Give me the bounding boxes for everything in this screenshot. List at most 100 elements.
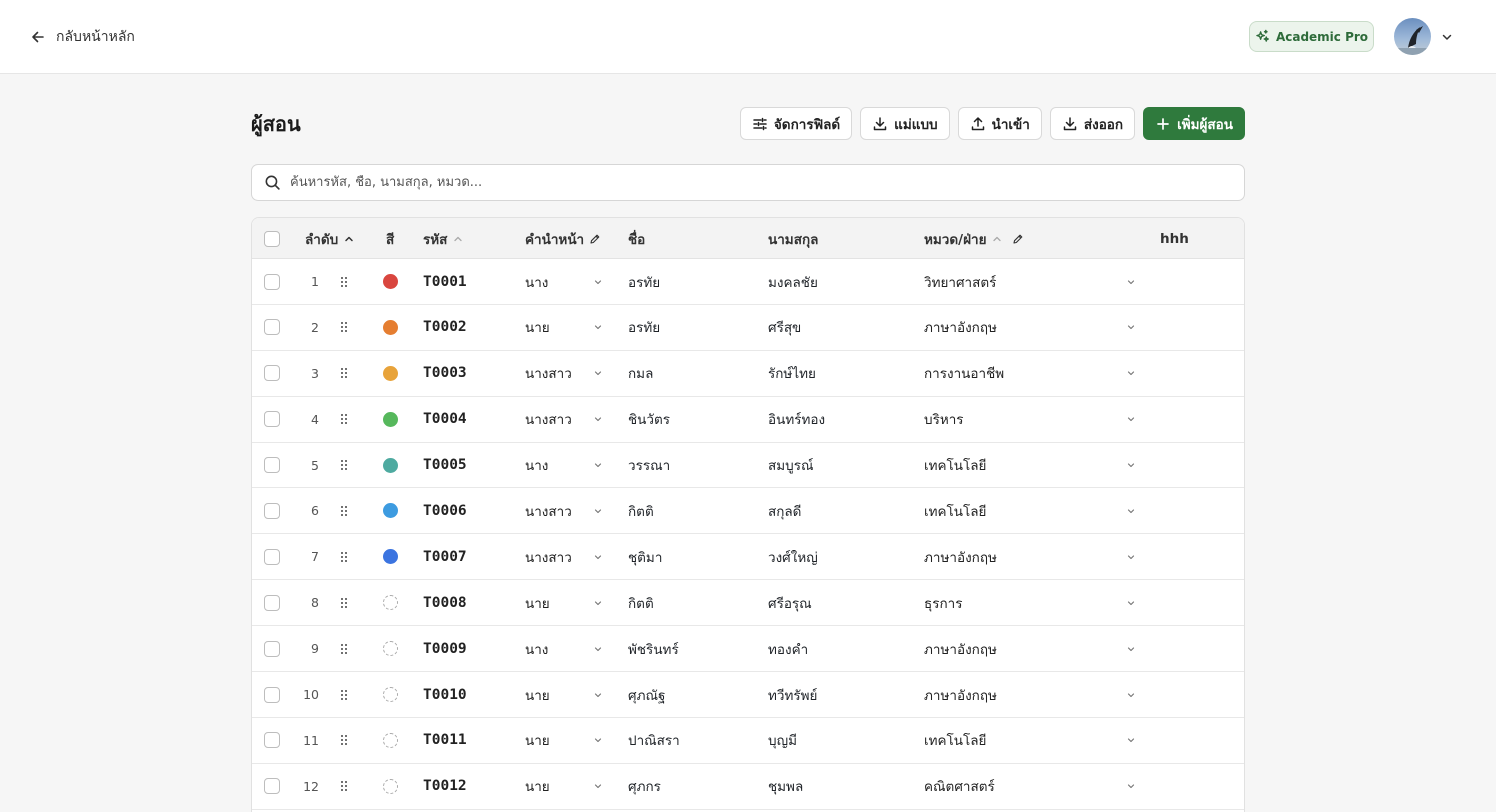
row-department-select[interactable]: เทคโนโลยี [924, 443, 1136, 488]
row-department-select[interactable]: ภาษาอังกฤษ [924, 534, 1136, 579]
row-drag-handle[interactable] [338, 443, 350, 488]
row-department-select[interactable]: ธุรการ [924, 580, 1136, 625]
row-prefix-select[interactable]: นางสาว [525, 397, 603, 442]
row-checkbox[interactable] [264, 319, 280, 336]
row-drag-handle[interactable] [338, 305, 350, 350]
color-swatch[interactable] [383, 503, 398, 519]
row-department-select[interactable]: วิทยาศาสตร์ [924, 259, 1136, 304]
row-drag-handle[interactable] [338, 626, 350, 671]
color-swatch[interactable] [383, 732, 398, 748]
row-color-cell[interactable] [383, 672, 398, 717]
table-row[interactable]: 6 T0006 นางสาว กิตติ สกุลดี เทคโนโลยี [252, 488, 1244, 535]
table-row[interactable]: 4 T0004 นางสาว ชินวัตร อินทร์ทอง บริหาร [252, 397, 1244, 443]
row-checkbox[interactable] [264, 411, 280, 428]
table-row[interactable]: 12 T0012 นาย ศุภกร ชุมพล คณิตศาสตร์ [252, 764, 1244, 810]
row-color-cell[interactable] [383, 764, 398, 809]
row-drag-handle[interactable] [338, 672, 350, 717]
row-drag-handle[interactable] [338, 259, 350, 304]
row-color-cell[interactable] [383, 534, 398, 579]
row-department-select[interactable]: ภาษาอังกฤษ [924, 672, 1136, 717]
color-swatch[interactable] [383, 641, 398, 657]
color-swatch[interactable] [383, 411, 398, 427]
row-color-cell[interactable] [383, 626, 398, 671]
row-color-cell[interactable] [383, 259, 398, 304]
color-swatch[interactable] [383, 778, 398, 794]
row-prefix-select[interactable]: นาย [525, 764, 603, 809]
row-color-cell[interactable] [383, 443, 398, 488]
row-color-cell[interactable] [383, 580, 398, 625]
export-button[interactable]: ส่งออก [1049, 107, 1136, 140]
template-button[interactable]: แม่แบบ [860, 107, 950, 140]
code-column-header[interactable]: รหัส [423, 218, 464, 259]
table-row[interactable]: 3 T0003 นางสาว กมล รักษ์ไทย การงานอาชีพ [252, 351, 1244, 397]
row-department-select[interactable]: เทคโนโลยี [924, 718, 1136, 763]
back-to-home-link[interactable]: กลับหน้าหลัก [30, 24, 135, 50]
row-prefix-select[interactable]: นาย [525, 672, 603, 717]
row-color-cell[interactable] [383, 305, 398, 350]
row-department-select[interactable]: ภาษาอังกฤษ [924, 305, 1136, 350]
row-department-select[interactable]: คณิตศาสตร์ [924, 764, 1136, 809]
table-row[interactable]: 5 T0005 นาง วรรณา สมบูรณ์ เทคโนโลยี [252, 443, 1244, 489]
row-prefix-select[interactable]: นาง [525, 259, 603, 304]
row-checkbox[interactable] [264, 640, 280, 657]
department-column-header[interactable]: หมวด/ฝ่าย [924, 218, 1024, 259]
row-prefix-select[interactable]: นาง [525, 626, 603, 671]
plan-badge[interactable]: Academic Pro [1249, 21, 1374, 52]
row-drag-handle[interactable] [338, 488, 350, 533]
color-swatch[interactable] [383, 595, 398, 611]
table-row[interactable]: 1 T0001 นาง อรทัย มงคลชัย วิทยาศาสตร์ [252, 259, 1244, 305]
row-color-cell[interactable] [383, 718, 398, 763]
row-drag-handle[interactable] [338, 351, 350, 396]
table-row[interactable]: 11 T0011 นาย ปาณิสรา บุญมี เทคโนโลยี [252, 718, 1244, 764]
table-row[interactable]: 7 T0007 นางสาว ชุติมา วงศ์ใหญ่ ภาษาอังกฤษ [252, 534, 1244, 581]
row-checkbox[interactable] [264, 548, 280, 565]
add-teacher-button[interactable]: เพิ่มผู้สอน [1143, 107, 1245, 140]
pencil-icon[interactable] [589, 233, 601, 245]
search-input[interactable] [290, 175, 1244, 190]
color-swatch[interactable] [383, 687, 398, 703]
color-swatch[interactable] [383, 319, 398, 335]
row-checkbox[interactable] [264, 732, 280, 749]
order-column-header[interactable]: ลำดับ [305, 218, 355, 259]
color-swatch[interactable] [383, 549, 398, 565]
pencil-icon[interactable] [1012, 233, 1024, 245]
table-row[interactable]: 8 T0008 นาย กิตติ ศรีอรุณ ธุรการ [252, 580, 1244, 627]
row-prefix-select[interactable]: นางสาว [525, 534, 603, 579]
row-color-cell[interactable] [383, 488, 398, 533]
row-department-select[interactable]: การงานอาชีพ [924, 351, 1136, 396]
row-department-select[interactable]: ภาษาอังกฤษ [924, 626, 1136, 671]
row-checkbox[interactable] [264, 778, 280, 795]
row-checkbox[interactable] [264, 502, 280, 519]
row-checkbox[interactable] [264, 457, 280, 474]
row-checkbox[interactable] [264, 594, 280, 611]
row-department-select[interactable]: เทคโนโลยี [924, 488, 1136, 533]
row-color-cell[interactable] [383, 351, 398, 396]
table-row[interactable]: 2 T0002 นาย อรทัย ศรีสุข ภาษาอังกฤษ [252, 305, 1244, 351]
row-drag-handle[interactable] [338, 718, 350, 763]
row-checkbox[interactable] [264, 686, 280, 703]
color-swatch[interactable] [383, 365, 398, 381]
color-swatch[interactable] [383, 274, 398, 289]
row-prefix-select[interactable]: นาย [525, 718, 603, 763]
row-department-select[interactable]: บริหาร [924, 397, 1136, 442]
row-drag-handle[interactable] [338, 580, 350, 625]
table-row[interactable]: 10 T0010 นาย ศุภณัฐ ทวีทรัพย์ ภาษาอังกฤษ [252, 672, 1244, 718]
row-prefix-select[interactable]: นาย [525, 580, 603, 625]
row-drag-handle[interactable] [338, 534, 350, 579]
row-prefix-select[interactable]: นาง [525, 443, 603, 488]
avatar[interactable] [1394, 18, 1431, 55]
row-drag-handle[interactable] [338, 397, 350, 442]
color-swatch[interactable] [383, 457, 398, 473]
table-row[interactable]: 9 T0009 นาง พัชรินทร์ ทองคำ ภาษาอังกฤษ [252, 626, 1244, 673]
import-button[interactable]: นำเข้า [957, 107, 1042, 140]
select-all-checkbox[interactable] [264, 230, 280, 247]
row-drag-handle[interactable] [338, 764, 350, 809]
manage-fields-button[interactable]: จัดการฟิลด์ [739, 107, 853, 140]
row-prefix-select[interactable]: นางสาว [525, 351, 603, 396]
row-prefix-select[interactable]: นาย [525, 305, 603, 350]
row-color-cell[interactable] [383, 397, 398, 442]
account-menu-toggle[interactable] [1438, 28, 1456, 46]
row-prefix-select[interactable]: นางสาว [525, 488, 603, 533]
row-checkbox[interactable] [264, 273, 280, 290]
row-checkbox[interactable] [264, 365, 280, 382]
